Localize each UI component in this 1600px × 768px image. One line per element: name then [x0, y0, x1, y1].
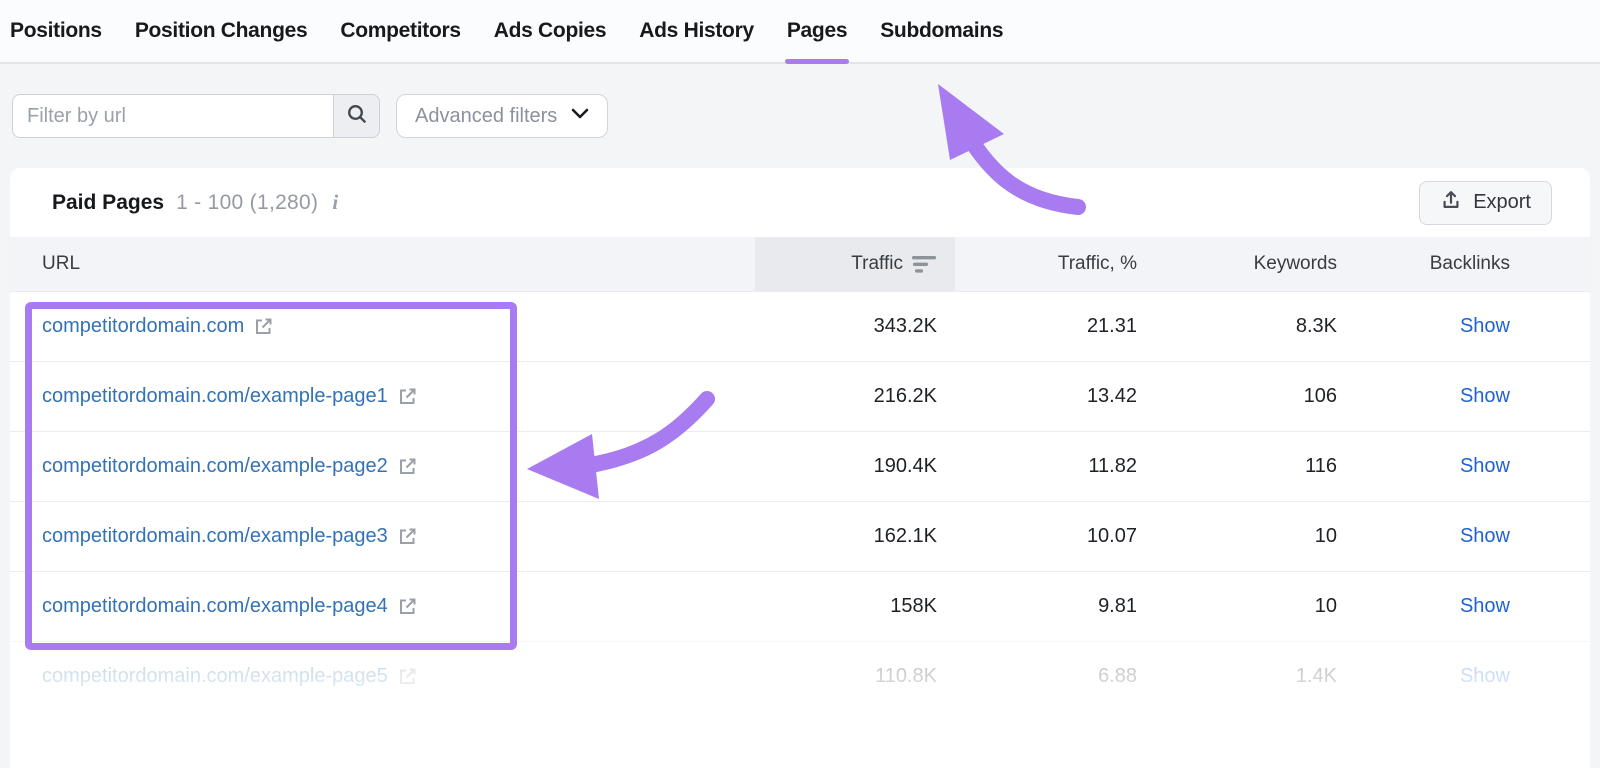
column-header-url[interactable]: URL: [10, 237, 755, 291]
tab-positions[interactable]: Positions: [10, 0, 102, 63]
page-url-link[interactable]: competitordomain.com/example-page4: [42, 595, 388, 618]
table-row: competitordomain.com/example-page5 110.8…: [10, 641, 1590, 711]
traffic-pct-value: 9.81: [1098, 595, 1137, 617]
paid-pages-card: Paid Pages 1 - 100 (1,280) i Export URL …: [10, 168, 1590, 768]
export-button[interactable]: Export: [1419, 180, 1552, 225]
external-link-icon[interactable]: [397, 456, 418, 477]
external-link-icon[interactable]: [253, 316, 274, 337]
page-url-link[interactable]: competitordomain.com: [42, 315, 244, 338]
export-label: Export: [1473, 191, 1531, 213]
keywords-value: 106: [1303, 385, 1337, 407]
traffic-pct-value: 10.07: [1086, 525, 1137, 547]
page-url-link[interactable]: competitordomain.com/example-page1: [42, 385, 388, 408]
keywords-value: 116: [1305, 455, 1337, 477]
upload-icon: [1440, 189, 1462, 217]
results-range: 1 - 100 (1,280): [176, 190, 319, 214]
traffic-pct-value: 21.31: [1086, 315, 1137, 337]
advanced-filters-button[interactable]: Advanced filters: [396, 94, 609, 138]
traffic-value: 216.2K: [873, 385, 937, 407]
sort-descending-icon: [912, 255, 937, 273]
backlinks-show-link[interactable]: Show: [1460, 525, 1510, 548]
backlinks-show-link[interactable]: Show: [1460, 665, 1510, 688]
tab-ads-history[interactable]: Ads History: [639, 0, 754, 63]
tab-subdomains[interactable]: Subdomains: [880, 0, 1003, 63]
traffic-pct-value: 6.88: [1098, 665, 1137, 687]
chevron-down-icon: [571, 107, 589, 125]
backlinks-show-link[interactable]: Show: [1460, 595, 1510, 618]
column-header-backlinks[interactable]: Backlinks: [1355, 237, 1590, 291]
card-title: Paid Pages: [52, 190, 165, 214]
tab-pages[interactable]: Pages: [784, 0, 850, 64]
traffic-header-label: Traffic: [851, 253, 903, 274]
page-url-link[interactable]: competitordomain.com/example-page3: [42, 525, 388, 548]
keywords-value: 1.4K: [1295, 665, 1337, 687]
table-row: competitordomain.com/example-page3 162.1…: [10, 501, 1590, 571]
keywords-value: 10: [1314, 595, 1337, 617]
external-link-icon[interactable]: [397, 386, 418, 407]
search-button[interactable]: [333, 94, 380, 138]
traffic-value: 343.2K: [873, 315, 937, 337]
backlinks-show-link[interactable]: Show: [1460, 385, 1510, 408]
external-link-icon[interactable]: [397, 526, 418, 547]
tab-ads-copies[interactable]: Ads Copies: [494, 0, 607, 63]
traffic-value: 162.1K: [873, 525, 937, 547]
tab-competitors[interactable]: Competitors: [340, 0, 461, 63]
keywords-value: 10: [1314, 525, 1337, 547]
external-link-icon[interactable]: [397, 596, 418, 617]
traffic-value: 110.8K: [875, 665, 937, 687]
traffic-value: 190.4K: [873, 455, 937, 477]
column-header-traffic-pct[interactable]: Traffic, %: [955, 237, 1155, 291]
backlinks-show-link[interactable]: Show: [1460, 315, 1510, 338]
traffic-value: 158K: [890, 595, 937, 617]
url-filter-input[interactable]: [12, 94, 333, 138]
tab-position-changes[interactable]: Position Changes: [135, 0, 308, 63]
traffic-pct-value: 11.82: [1088, 455, 1137, 477]
external-link-icon[interactable]: [397, 666, 418, 687]
table-row: competitordomain.com/example-page4 158K …: [10, 571, 1590, 641]
table-row: competitordomain.com 343.2K 21.31 8.3K S…: [10, 291, 1590, 361]
column-header-keywords[interactable]: Keywords: [1155, 237, 1355, 291]
traffic-pct-value: 13.42: [1086, 385, 1137, 407]
page-url-link[interactable]: competitordomain.com/example-page2: [42, 455, 388, 478]
report-tabs-bar: Positions Position Changes Competitors A…: [0, 0, 1600, 64]
filter-bar: Advanced filters: [0, 64, 1600, 168]
info-icon[interactable]: i: [332, 190, 338, 215]
card-header: Paid Pages 1 - 100 (1,280) i Export: [10, 168, 1590, 237]
advanced-filters-label: Advanced filters: [415, 104, 558, 127]
table-row: competitordomain.com/example-page1 216.2…: [10, 361, 1590, 431]
backlinks-show-link[interactable]: Show: [1460, 455, 1510, 478]
magnifier-icon: [346, 103, 368, 130]
keywords-value: 8.3K: [1295, 315, 1337, 337]
table-header-row: URL Traffic Traffic, % Keywords Backlink…: [10, 237, 1590, 291]
column-header-traffic[interactable]: Traffic: [755, 237, 955, 291]
table-row: competitordomain.com/example-page2 190.4…: [10, 431, 1590, 501]
page-url-link[interactable]: competitordomain.com/example-page5: [42, 665, 388, 688]
